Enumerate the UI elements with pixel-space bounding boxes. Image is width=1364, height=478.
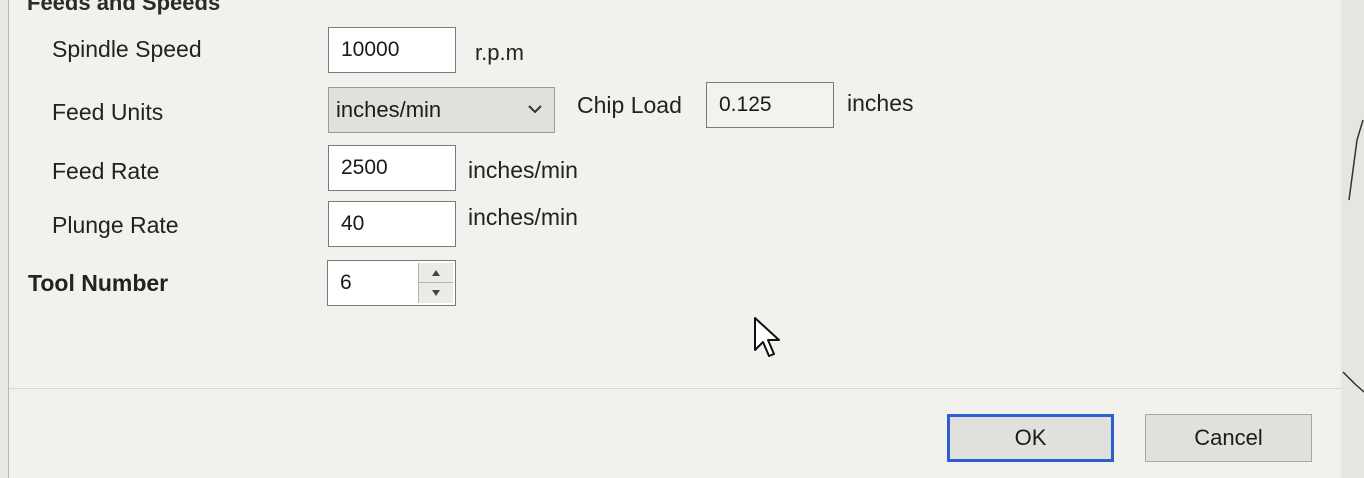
plunge-rate-input[interactable]: 40	[328, 201, 456, 247]
feed-rate-input[interactable]: 2500	[328, 145, 456, 191]
triangle-down-icon	[432, 289, 440, 296]
mouse-pointer-icon	[754, 317, 780, 357]
chevron-down-icon	[528, 105, 542, 114]
spindle-speed-input[interactable]: 10000	[328, 27, 456, 73]
spin-buttons	[418, 263, 453, 303]
section-title: Feeds and Speeds	[27, 0, 221, 15]
button-divider	[9, 388, 1341, 389]
tool-number-stepper[interactable]: 6	[327, 260, 456, 306]
ok-button[interactable]: OK	[947, 414, 1114, 462]
feed-rate-label: Feed Rate	[52, 158, 160, 184]
spindle-speed-label: Spindle Speed	[52, 36, 202, 62]
feed-rate-unit: inches/min	[468, 157, 578, 183]
tool-number-value: 6	[340, 271, 352, 294]
feed-rate-value: 2500	[341, 156, 388, 179]
cancel-button[interactable]: Cancel	[1145, 414, 1312, 462]
window-edge	[1341, 0, 1364, 478]
feed-units-label: Feed Units	[52, 99, 164, 125]
chip-load-value: 0.125	[719, 93, 772, 116]
feeds-speeds-dialog: Feeds and Speeds Spindle Speed 10000 r.p…	[8, 0, 1342, 478]
triangle-up-icon	[432, 269, 440, 276]
feed-units-dropdown[interactable]: inches/min	[328, 87, 555, 133]
spin-down-button[interactable]	[419, 283, 453, 302]
chip-load-input[interactable]: 0.125	[706, 82, 834, 128]
chip-load-unit: inches	[847, 90, 914, 116]
plunge-rate-unit: inches/min	[468, 204, 578, 230]
plunge-rate-label: Plunge Rate	[52, 212, 179, 238]
spindle-speed-value: 10000	[341, 38, 400, 61]
tool-number-label: Tool Number	[28, 270, 169, 296]
spin-up-button[interactable]	[419, 263, 453, 283]
plunge-rate-value: 40	[341, 212, 365, 235]
chip-load-label: Chip Load	[577, 92, 682, 118]
feed-units-selected: inches/min	[336, 97, 442, 122]
spindle-speed-unit: r.p.m	[475, 40, 524, 65]
